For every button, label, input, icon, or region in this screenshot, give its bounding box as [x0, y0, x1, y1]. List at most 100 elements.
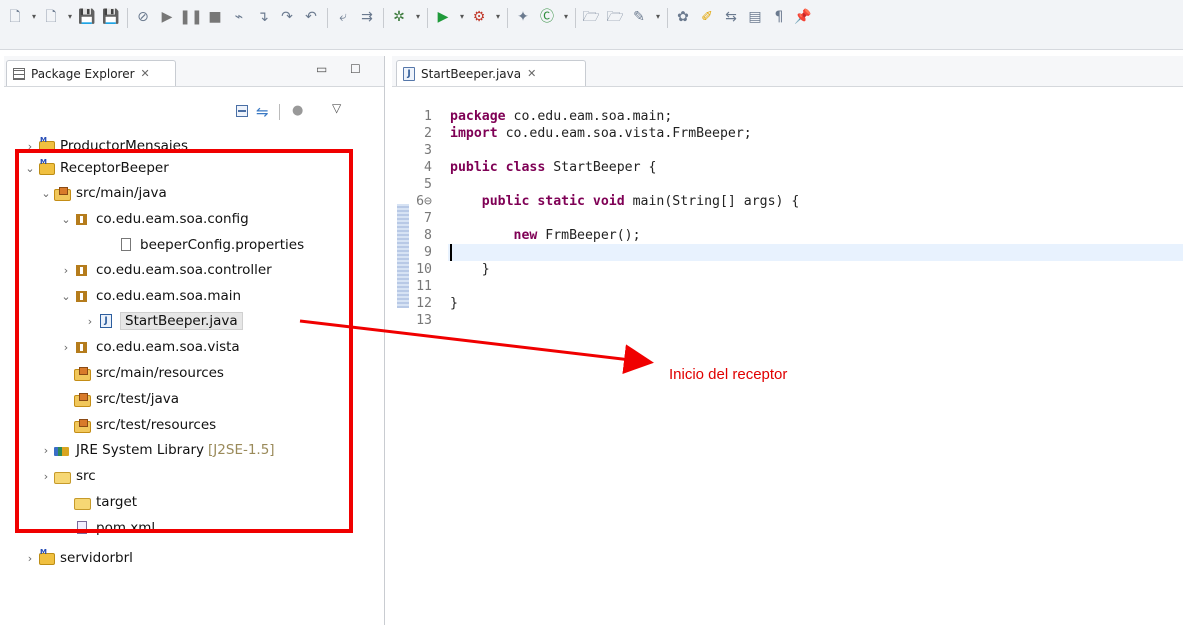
toolbar-separator — [575, 8, 576, 28]
pin-editor-icon[interactable]: 📌 — [794, 8, 812, 26]
line-number: 1 — [424, 109, 432, 124]
main-toolbar: 🗋 ▾ 🗋 ▾ 💾 💾 ⊘ ▶ ❚❚ ■ ⌁ ↴ ↷ ↶ ⤶ ⇉ ✲ ▾ ▶ ▾ ⚙ ▾ ✦ Ⓒ ▾ 🗁 🗁 ✎ ▾ ✿ ✐ ⇆ ▤ ¶ 📌 — [0, 0, 1183, 50]
annotation-label: Inicio del receptor — [669, 366, 788, 383]
line-number: 2 — [424, 126, 432, 141]
new-wizard-icon[interactable]: 🗋 — [42, 8, 60, 26]
new-java-project-icon[interactable]: ✦ — [514, 8, 532, 26]
disconnect-icon[interactable]: ⌁ — [230, 8, 248, 26]
minimize-icon[interactable]: ▭ — [316, 62, 327, 76]
skip-breakpoints-icon[interactable]: ⊘ — [134, 8, 152, 26]
code-rest: co.edu.eam.soa.vista.FrmBeeper; — [497, 126, 752, 141]
text-cursor — [450, 244, 452, 261]
link-with-editor-icon[interactable]: ⇋ — [256, 103, 269, 121]
highlight-box — [15, 149, 353, 533]
package-explorer-tabbar: Package Explorer ✕ ▭ ☐ — [4, 56, 384, 87]
use-step-filters-icon[interactable]: ⇉ — [358, 8, 376, 26]
open-type-icon[interactable]: 🗁 — [582, 8, 600, 26]
java-editor: J StartBeeper.java ✕ 1 package co.edu.eam… — [392, 56, 1183, 625]
close-icon[interactable]: ✕ — [527, 67, 536, 80]
focus-task-icon[interactable]: ● — [292, 103, 303, 118]
step-return-icon[interactable]: ↶ — [302, 8, 320, 26]
project-icon — [38, 548, 55, 566]
toolbar-separator — [279, 104, 280, 120]
dropdown-icon[interactable]: ▾ — [66, 8, 74, 26]
step-over-icon[interactable]: ↷ — [278, 8, 296, 26]
code-text: } — [450, 295, 458, 312]
line-number: 10 — [416, 262, 432, 277]
code-text: import co.edu.eam.soa.vista.FrmBeeper; — [450, 125, 752, 142]
new-java-class-icon[interactable]: Ⓒ — [538, 8, 556, 26]
toolbar-separator — [383, 8, 384, 28]
line-number: 7 — [424, 211, 432, 226]
terminate-icon[interactable]: ■ — [206, 8, 224, 26]
new-icon[interactable]: 🗋 — [6, 8, 24, 26]
code-rest: } — [450, 296, 458, 311]
code-text: new FrmBeeper(); — [450, 227, 641, 244]
code-rest: } — [450, 262, 490, 277]
external-tools-icon[interactable]: ⚙ — [470, 8, 488, 26]
dropdown-icon[interactable]: ▾ — [562, 8, 570, 26]
code-rest: main(String[] args) { — [624, 194, 800, 209]
current-line-highlight — [448, 244, 1183, 261]
code-text: } — [450, 261, 490, 278]
dropdown-icon[interactable]: ▾ — [494, 8, 502, 26]
tab-startbeeper[interactable]: J StartBeeper.java ✕ — [396, 60, 586, 86]
save-icon[interactable]: 💾 — [78, 8, 96, 26]
toggle-breadcrumb-icon[interactable]: ✐ — [698, 8, 716, 26]
code-text: package co.edu.eam.soa.main; — [450, 108, 672, 125]
debug-icon[interactable]: ✲ — [390, 8, 408, 26]
dropdown-icon[interactable]: ▾ — [654, 8, 662, 26]
line-number: 6⊖ — [416, 194, 432, 209]
line-number: 12 — [416, 296, 432, 311]
collapse-all-icon[interactable] — [236, 105, 248, 117]
resume-icon[interactable]: ▶ — [158, 8, 176, 26]
toolbar-separator — [427, 8, 428, 28]
editor-tab-label: StartBeeper.java — [421, 66, 522, 81]
code-keyword: import — [450, 126, 498, 141]
open-task-icon[interactable]: 🗁 — [606, 8, 624, 26]
toolbar-separator — [507, 8, 508, 28]
editor-tabbar: J StartBeeper.java ✕ — [392, 56, 1183, 87]
line-number: 5 — [424, 177, 432, 192]
code-text: public static void main(String[] args) { — [450, 193, 800, 210]
show-whitespace-icon[interactable]: ¶ — [770, 8, 788, 26]
line-number: 3 — [424, 143, 432, 158]
code-keyword: new — [450, 228, 538, 243]
code-rest: co.edu.eam.soa.main; — [505, 109, 673, 124]
tab-package-explorer[interactable]: Package Explorer ✕ — [6, 60, 176, 86]
block-selection-icon[interactable]: ▤ — [746, 8, 764, 26]
search-icon[interactable]: ✎ — [630, 8, 648, 26]
code-text: public class StartBeeper { — [450, 159, 656, 176]
view-menu-icon[interactable]: ▽ — [332, 101, 341, 115]
code-rest: FrmBeeper(); — [537, 228, 641, 243]
save-all-icon[interactable]: 💾 — [102, 8, 120, 26]
tree-item[interactable]: › servidorbrl — [24, 547, 133, 569]
dropdown-icon[interactable]: ▾ — [458, 8, 466, 26]
close-icon[interactable]: ✕ — [141, 67, 150, 80]
line-number: 13 — [416, 313, 432, 328]
line-number: 4 — [424, 160, 432, 175]
line-number: 11 — [416, 279, 432, 294]
toggle-mark-occurrences-icon[interactable]: ✿ — [674, 8, 692, 26]
toolbar-separator — [327, 8, 328, 28]
drop-to-frame-icon[interactable]: ⤶ — [334, 8, 352, 26]
line-number: 8 — [424, 228, 432, 243]
maximize-icon[interactable]: ☐ — [350, 62, 361, 76]
code-keyword: public static void — [450, 194, 625, 209]
package-explorer-icon — [13, 67, 25, 80]
word-wrap-icon[interactable]: ⇆ — [722, 8, 740, 26]
toolbar-separator — [127, 8, 128, 28]
run-icon[interactable]: ▶ — [434, 8, 452, 26]
package-explorer-title: Package Explorer — [31, 66, 135, 81]
suspend-icon[interactable]: ❚❚ — [179, 8, 202, 26]
dropdown-icon[interactable]: ▾ — [414, 8, 422, 26]
code-keyword: public class — [450, 160, 546, 175]
toolbar-separator — [667, 8, 668, 28]
java-file-icon: J — [403, 66, 415, 81]
tree-item-label: servidorbrl — [60, 550, 133, 566]
code-rest: StartBeeper { — [545, 160, 657, 175]
line-number: 9 — [424, 245, 432, 260]
collapsed-chevron-icon[interactable]: › — [24, 552, 36, 565]
step-into-icon[interactable]: ↴ — [254, 8, 272, 26]
dropdown-icon[interactable]: ▾ — [30, 8, 38, 26]
